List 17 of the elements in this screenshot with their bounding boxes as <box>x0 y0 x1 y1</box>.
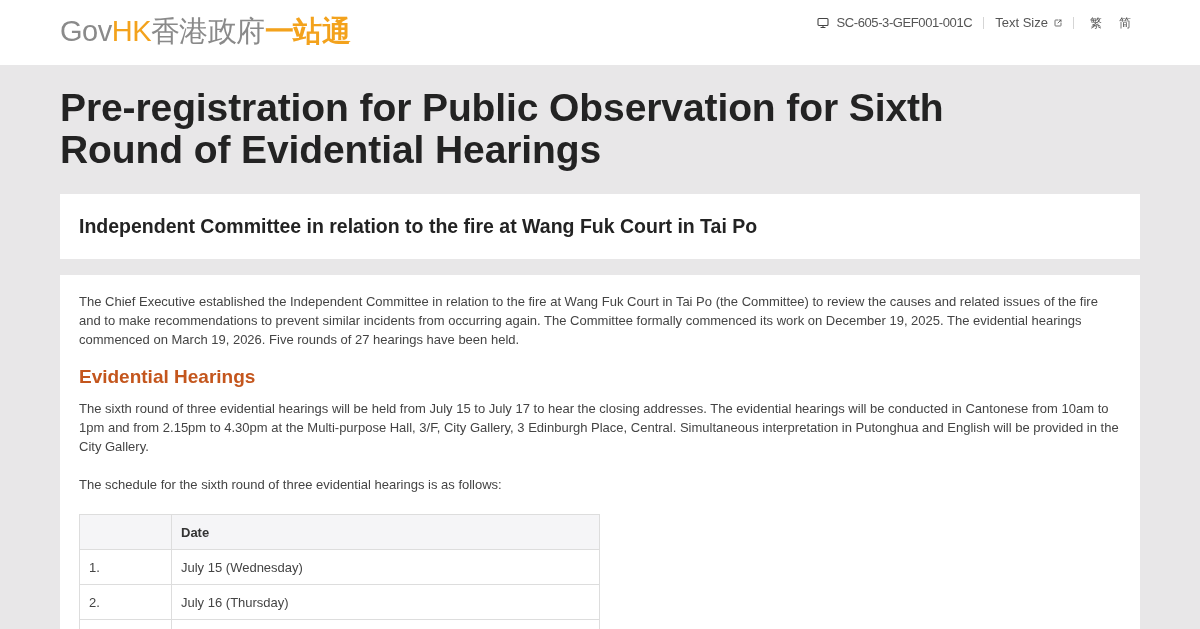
language-link[interactable]: 简 <box>1114 13 1136 32</box>
language-link[interactable]: 繁 <box>1085 13 1107 32</box>
table-cell-text: July 16 (Thursday) <box>180 593 290 612</box>
committee-title: Independent Committee in relation to the fire at Wang Fuk Court in Tai Po <box>79 213 758 239</box>
text-size-link[interactable]: Text Size <box>995 13 1062 33</box>
column-header: Date <box>180 523 211 542</box>
section-heading: Evidential Hearings <box>79 365 257 389</box>
body-paragraph: The schedule for the sixth round of three evidential hearings is as follows: <box>79 476 503 494</box>
external-link-icon <box>1054 18 1062 27</box>
body-paragraph: The sixth round of three evidential hearings will be held from July 15 to July 17 to hear the closing addresses. The evidential hearings will be conducted in Cantonese from 10am to 1pm and from 2.15pm to 4.30pm at the Multi-purpose Hall, 3/F, City Gallery, 3 Edinburgh Place, Central. Simultaneous interpretation in Putonghua and English will be provided in the City Gallery. <box>79 400 1120 456</box>
table-cell: 2. <box>80 585 172 619</box>
table-cell: 1. <box>80 550 172 584</box>
table-cell-text: July 15 (Wednesday) <box>180 558 304 577</box>
page-title: Pre-registration for Public Observation for Sixth Round of Evidential Hearings <box>60 87 945 171</box>
intro-paragraph: The Chief Executive established the Independent Committee in relation to the fire at Wang Fuk Court in Tai Po (the Committee) to review the causes and related issues of the fire and to make recommendations to prevent similar incidents from occurring again. The Committee formally commenced its work on December 19, 2025. The evidential hearings commenced on March 19, 2026. Five rounds of 27 hearings have been held. <box>79 293 1099 349</box>
monitor-icon <box>817 16 830 29</box>
page-code: SC-605-3-GEF001-001C <box>836 14 973 32</box>
